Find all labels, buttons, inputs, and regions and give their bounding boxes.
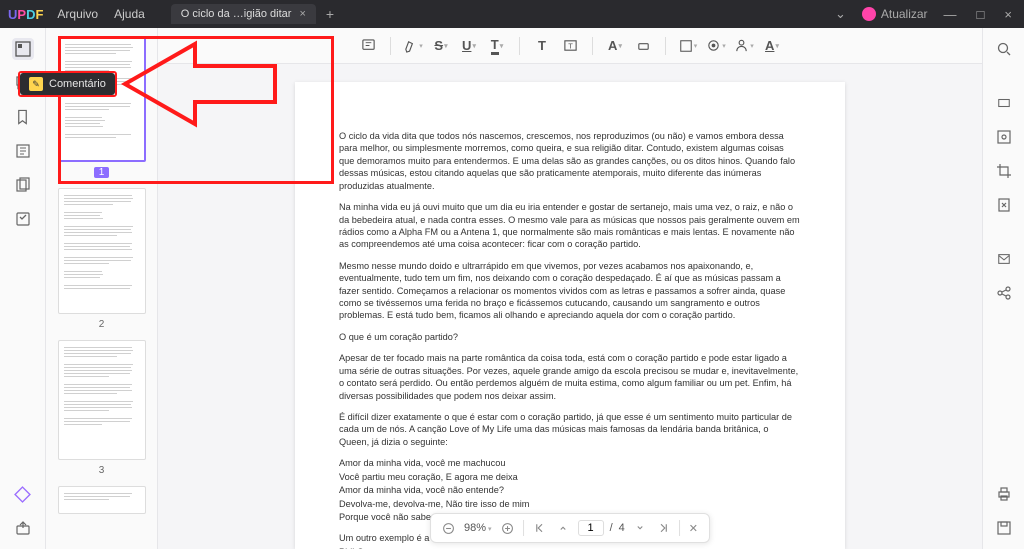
- avatar-icon: [862, 7, 876, 21]
- last-page-icon[interactable]: [655, 522, 673, 534]
- squiggly-tool[interactable]: T▾: [485, 34, 509, 58]
- page-control-bar: 98%▾ / 4 ✕: [430, 513, 710, 543]
- tab-bar: O ciclo da …igião ditar × +: [171, 4, 334, 24]
- premium-icon[interactable]: [12, 483, 34, 505]
- font-tool[interactable]: A▾: [760, 34, 784, 58]
- export-tool-icon[interactable]: [12, 517, 34, 539]
- verse-line: Amor da minha vida, você me machucou: [339, 457, 801, 469]
- zoom-out-icon[interactable]: [439, 522, 458, 535]
- document-tab[interactable]: O ciclo da …igião ditar ×: [171, 4, 316, 24]
- close-window-button[interactable]: ×: [1000, 7, 1016, 22]
- pages-tool-icon[interactable]: [12, 174, 34, 196]
- thumb-number: 2: [99, 319, 105, 330]
- paragraph: É difícil dizer exatamente o que é estar…: [339, 411, 801, 448]
- next-page-icon[interactable]: [631, 522, 649, 534]
- search-icon[interactable]: [993, 38, 1015, 60]
- title-bar: UPDF Arquivo Ajuda O ciclo da …igião dit…: [0, 0, 1024, 28]
- thumbnail-1[interactable]: 1: [58, 36, 146, 180]
- fit-width-icon[interactable]: [993, 92, 1015, 114]
- verse-line: Devolva-me, devolva-me, Não tire isso de…: [339, 498, 801, 510]
- crop-icon[interactable]: [993, 160, 1015, 182]
- paragraph: O que é um coração partido?: [339, 331, 801, 343]
- verse-line: Você partiu meu coração, E agora me deix…: [339, 471, 801, 483]
- prev-page-icon[interactable]: [554, 522, 572, 534]
- left-toolbar: [0, 28, 46, 549]
- underline-tool[interactable]: U▾: [457, 34, 481, 58]
- email-icon[interactable]: [993, 248, 1015, 270]
- first-page-icon[interactable]: [530, 522, 548, 534]
- svg-text:T: T: [568, 41, 573, 50]
- close-tab-icon[interactable]: ×: [299, 8, 305, 20]
- close-bar-icon[interactable]: ✕: [686, 522, 701, 535]
- annotation-toolbar: ▾ S▾ U▾ T▾ T T A▾ ▾ ▾ ▾ A▾: [158, 28, 982, 64]
- user-badge[interactable]: Atualizar: [862, 7, 928, 21]
- strikethrough-tool[interactable]: S▾: [429, 34, 453, 58]
- new-tab-button[interactable]: +: [326, 6, 334, 22]
- textbox-tool-icon[interactable]: T: [558, 34, 582, 58]
- page-sep: /: [610, 522, 613, 534]
- chevron-down-icon[interactable]: ⌄: [831, 6, 850, 22]
- highlight-icon[interactable]: ▾: [401, 34, 425, 58]
- thumbnail-4[interactable]: [58, 486, 146, 514]
- shape-tool-icon[interactable]: ▾: [676, 34, 700, 58]
- stamp-tool-icon[interactable]: ▾: [704, 34, 728, 58]
- document-page: O ciclo da vida dita que todos nós nasce…: [295, 82, 845, 549]
- app-logo: UPDF: [8, 7, 43, 22]
- thumb-number: 1: [94, 167, 110, 178]
- share-icon[interactable]: [993, 282, 1015, 304]
- ocr-icon[interactable]: [993, 126, 1015, 148]
- verse-line: Amor da minha vida, você não entende?: [339, 484, 801, 496]
- print-icon[interactable]: [993, 483, 1015, 505]
- bookmark-tool-icon[interactable]: [12, 106, 34, 128]
- page-total: 4: [619, 522, 625, 534]
- compress-icon[interactable]: [993, 194, 1015, 216]
- thumb-number: 3: [99, 465, 105, 476]
- paragraph: Na minha vida eu já ouvi muito que um di…: [339, 201, 801, 251]
- zoom-in-icon[interactable]: [498, 522, 517, 535]
- edit-tool-icon[interactable]: [12, 140, 34, 162]
- comment-tool-icon[interactable]: [12, 72, 34, 94]
- thumbnail-2[interactable]: 2: [58, 188, 146, 332]
- menu-help[interactable]: Ajuda: [114, 7, 145, 21]
- save-icon[interactable]: [993, 517, 1015, 539]
- signature-tool-icon[interactable]: ▾: [732, 34, 756, 58]
- zoom-value[interactable]: 98%▾: [464, 522, 492, 534]
- right-toolbar: [982, 28, 1024, 549]
- text-tool[interactable]: T: [530, 34, 554, 58]
- maximize-button[interactable]: □: [973, 7, 989, 22]
- eraser-tool-icon[interactable]: [631, 34, 655, 58]
- document-area: ▾ S▾ U▾ T▾ T T A▾ ▾ ▾ ▾ A▾ O ciclo da vi…: [158, 28, 982, 549]
- page-input[interactable]: [578, 520, 604, 536]
- thumbnails-tool-icon[interactable]: [12, 38, 34, 60]
- menu-file[interactable]: Arquivo: [57, 7, 98, 21]
- update-label: Atualizar: [881, 7, 928, 21]
- minimize-button[interactable]: —: [940, 7, 961, 22]
- tab-title: O ciclo da …igião ditar: [181, 8, 292, 20]
- pencil-tool[interactable]: A▾: [603, 34, 627, 58]
- form-tool-icon[interactable]: [12, 208, 34, 230]
- note-icon[interactable]: [356, 34, 380, 58]
- thumbnail-3[interactable]: 3: [58, 340, 146, 478]
- page-viewport[interactable]: O ciclo da vida dita que todos nós nasce…: [158, 64, 982, 549]
- paragraph: O ciclo da vida dita que todos nós nasce…: [339, 130, 801, 192]
- paragraph: Apesar de ter focado mais na parte român…: [339, 352, 801, 402]
- thumbnail-panel: 1 2: [46, 28, 158, 549]
- paragraph: Mesmo nesse mundo doido e ultrarrápido e…: [339, 260, 801, 322]
